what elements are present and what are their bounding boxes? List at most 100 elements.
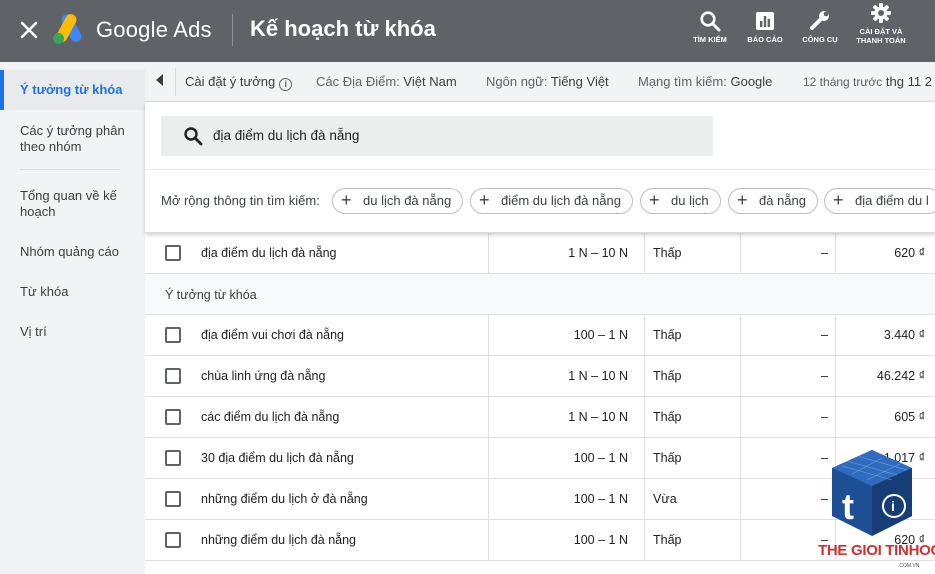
idea-settings-bar: Cài đặt ý tưởng i Các Địa Điểm: Việt Nam … [145,62,935,102]
sidebar-item-ad-groups[interactable]: Nhóm quảng cáo [20,244,130,260]
watermark-logo: t i [832,450,912,536]
suggestion-chip[interactable]: + du lịch [640,188,721,214]
sidebar-item-keywords[interactable]: Từ khóa [20,284,130,300]
column-divider [488,479,489,520]
info-icon[interactable]: i [279,78,293,91]
row-checkbox[interactable] [165,450,181,466]
row-checkbox[interactable] [165,327,181,343]
column-divider [488,356,489,397]
date-range-setting[interactable]: 12 tháng trước thg 11 2 [803,74,932,89]
location-label: Các Địa Điểm: [316,74,400,89]
column-divider [488,315,489,356]
sidebar-item-plan-overview[interactable]: Tổng quan về kế hoạch [20,188,130,220]
search-card: địa điểm du lịch đà nẵng Mở rộng thông t… [145,102,935,233]
wrench-icon [810,11,829,30]
volume-cell: 100 – 1 N [573,533,628,547]
volume-cell: 100 – 1 N [573,328,628,342]
column-divider [740,479,741,520]
bid-cell: 620 ₫ [894,246,925,260]
sidebar-item-keyword-ideas[interactable]: Ý tưởng từ khóa [0,70,145,110]
chip-label: du lịch [671,193,709,208]
suggestion-chip[interactable]: + địa điểm du l [824,188,935,214]
plus-icon: + [479,190,490,210]
bid-cell: 46.242 ₫ [876,369,925,383]
volume-cell: 100 – 1 N [573,492,628,506]
row-checkbox[interactable] [165,532,181,548]
group-header-row: Ý tưởng từ khóa [145,274,935,315]
volume-cell: 1 N – 10 N [568,369,628,383]
column-divider [740,233,741,274]
bid-cell: 3.440 ₫ [883,328,925,342]
active-indicator [0,70,4,110]
keyword-cell: 30 địa điểm du lịch đà nẵng [201,451,354,465]
column-divider [488,520,489,561]
idea-settings-button[interactable]: Cài đặt ý tưởng i [185,74,293,91]
idea-settings-label: Cài đặt ý tưởng [185,74,276,89]
reports-tool-button[interactable]: BÁO CÁO [735,8,795,44]
competition-cell: Thấp [653,451,682,465]
search-icon [184,127,203,146]
impression-share-cell: – [821,328,828,342]
keyword-cell: chùa linh ứng đà nẵng [201,369,326,383]
location-value: Việt Nam [403,74,457,89]
column-divider [644,520,645,561]
suggestion-chip[interactable]: + du lịch đà nẵng [332,188,464,214]
search-input[interactable]: địa điểm du lịch đà nẵng [213,128,359,143]
svg-text:t: t [842,486,854,527]
suggestion-chip[interactable]: + điểm du lịch đà nẵng [470,188,633,214]
column-divider [740,520,741,561]
keyword-cell: những điểm du lịch ở đà nẵng [201,492,368,506]
settings-divider [175,68,176,96]
sidebar-item-grouped-ideas[interactable]: Các ý tưởng phân theo nhóm [20,123,130,155]
network-value: Google [730,74,773,89]
impression-share-cell: – [821,246,828,260]
column-divider [644,438,645,479]
google-ads-logo [52,13,86,45]
bid-cell: 605 ₫ [894,410,925,424]
keyword-cell: những điểm du lịch đà nẵng [201,533,357,547]
column-divider [644,397,645,438]
settings-billing-button[interactable]: CÀI ĐẶT VÀ THANH TOÁN [851,0,911,45]
watermark-subtext: .COM.VN [898,563,920,569]
location-setting[interactable]: Các Địa Điểm: Việt Nam [316,74,457,89]
plus-icon: + [833,190,844,210]
row-checkbox[interactable] [165,368,181,384]
column-divider [835,315,836,356]
table-row: các điểm du lịch đà nẵng 1 N – 10 N Thấp – 6… [145,397,935,438]
sidebar-item-label: Ý tưởng từ khóa [20,82,123,97]
broaden-search-label: Mở rộng thông tin tìm kiếm: [161,193,320,208]
column-divider [488,233,489,274]
column-divider [835,397,836,438]
column-divider [488,397,489,438]
keyword-search-box[interactable]: địa điểm du lịch đà nẵng [161,116,713,156]
settings-billing-label: CÀI ĐẶT VÀ THANH TOÁN [856,27,906,45]
column-divider [835,356,836,397]
sidebar-item-locations[interactable]: Vị trí [20,324,130,340]
column-divider [740,315,741,356]
language-setting[interactable]: Ngôn ngữ: Tiếng Việt [486,74,609,89]
column-divider [644,315,645,356]
impression-share-cell: – [821,410,828,424]
column-divider [644,479,645,520]
collapse-sidebar-button[interactable] [145,62,175,102]
row-checkbox[interactable] [165,409,181,425]
search-tool-button[interactable]: TÌM KIẾM [680,8,740,44]
search-tool-label: TÌM KIẾM [693,35,727,44]
close-icon[interactable] [16,17,42,43]
language-value: Tiếng Việt [550,74,609,89]
chip-label: du lịch đà nẵng [363,193,452,208]
search-icon [700,11,721,32]
chip-label: địa điểm du l [855,193,929,208]
row-checkbox[interactable] [165,245,181,261]
network-setting[interactable]: Mạng tìm kiếm: Google [638,74,772,89]
brand-name: Google Ads [96,17,212,42]
watermark-text: THE GIOI TINHOC [818,542,935,559]
tools-button[interactable]: CÔNG CỤ [790,8,850,44]
volume-cell: 1 N – 10 N [568,246,628,260]
suggestion-chip[interactable]: + đà nẵng [728,188,818,214]
card-divider [145,169,935,170]
row-checkbox[interactable] [165,491,181,507]
group-header-label: Ý tưởng từ khóa [165,288,257,302]
chip-label: đà nẵng [759,193,806,208]
plus-icon: + [341,190,352,210]
